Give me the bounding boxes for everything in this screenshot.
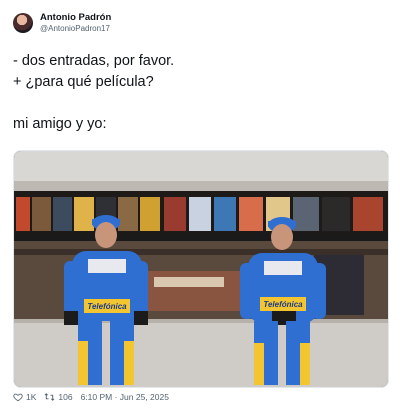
tweet-line-1: - dos entradas, por favor.: [13, 53, 175, 69]
tweet-line-4: mi amigo y yo:: [13, 116, 107, 132]
suit-sponsor-left: Telefónica: [87, 302, 127, 311]
retweet-count: 106: [58, 392, 73, 402]
like-stat[interactable]: 1K: [13, 392, 36, 402]
movie-posters: [16, 197, 383, 231]
tweet-text: - dos entradas, por favor. + ¿para qué p…: [13, 51, 383, 135]
heart-icon: [13, 393, 23, 402]
tweet-timestamp[interactable]: 6:10 PM · Jun 25, 2025: [81, 392, 169, 402]
tweet-footer: 1K 106 6:10 PM · Jun 25, 2025: [13, 392, 169, 402]
tweet-line-gap: [13, 93, 383, 114]
avatar[interactable]: [13, 13, 33, 33]
author-display-name[interactable]: Antonio Padrón: [40, 12, 111, 23]
retweet-icon: [44, 393, 55, 401]
tweet-line-2: + ¿para qué película?: [13, 74, 154, 90]
suit-sponsor-right: Telefónica: [263, 300, 303, 309]
author-handle[interactable]: @AntonioPadron17: [40, 23, 111, 34]
cinema-lobby-photo: Telefónica Telefónica: [14, 151, 388, 387]
tweet-photo[interactable]: Telefónica Telefónica: [13, 150, 389, 388]
author-names: Antonio Padrón @AntonioPadron17: [40, 12, 111, 34]
retweet-stat[interactable]: 106: [44, 392, 73, 402]
like-count: 1K: [26, 392, 37, 402]
tweet-header: Antonio Padrón @AntonioPadron17: [13, 12, 111, 34]
